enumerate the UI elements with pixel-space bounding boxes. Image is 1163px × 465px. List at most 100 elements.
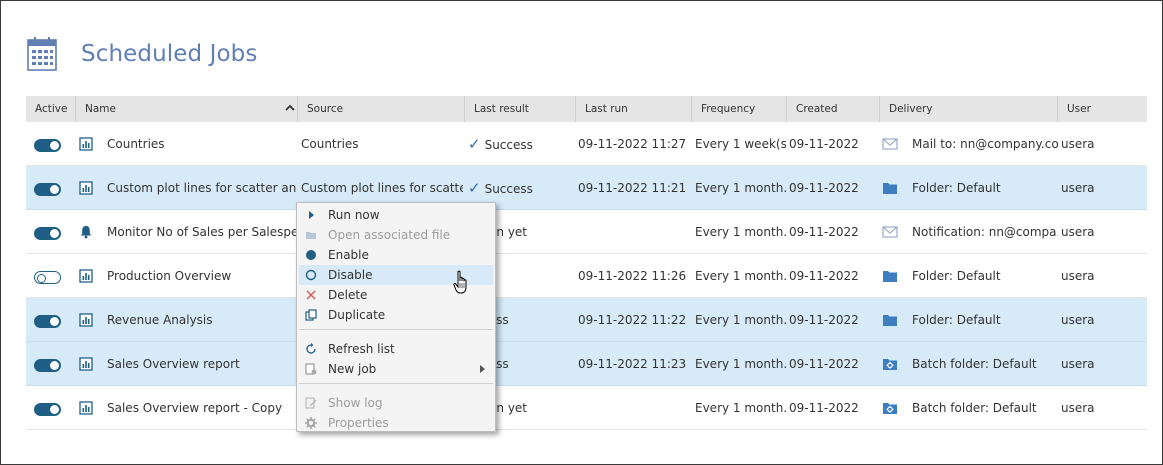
report-icon [79, 357, 93, 371]
menu-run-now[interactable]: Run now [299, 205, 493, 225]
menu-refresh[interactable]: Refresh list [299, 339, 493, 359]
job-name: Sales Overview report [107, 357, 240, 371]
mail-icon [882, 137, 898, 151]
job-created: 09-11-2022 [789, 269, 859, 283]
job-user: usera [1061, 357, 1095, 371]
job-frequency: Every 1 month... [695, 357, 786, 371]
empty-circle-icon [305, 269, 317, 281]
menu-delete-label: Delete [328, 288, 368, 302]
menu-open-file[interactable]: Open associated file [299, 225, 493, 245]
job-created: 09-11-2022 [789, 225, 859, 239]
job-user: usera [1061, 313, 1095, 327]
active-toggle[interactable] [34, 359, 61, 372]
job-last-run [578, 386, 690, 430]
col-source[interactable]: Source [298, 96, 465, 122]
col-delivery[interactable]: Delivery [880, 96, 1058, 122]
col-name-label: Name [85, 103, 116, 115]
job-name: Countries [107, 137, 165, 151]
menu-separator [299, 329, 493, 330]
filled-circle-icon [306, 250, 316, 260]
active-toggle[interactable] [34, 139, 61, 152]
job-source: Countries [301, 137, 359, 151]
job-created: 09-11-2022 [789, 357, 859, 371]
menu-properties[interactable]: Properties [299, 413, 493, 433]
table-row[interactable]: Production Overview iled 09-11-2022 11:2… [26, 254, 1147, 298]
menu-show-log[interactable]: Show log [299, 393, 493, 413]
menu-duplicate[interactable]: Duplicate [299, 305, 493, 325]
active-toggle[interactable] [34, 271, 61, 284]
job-last-run: 09-11-2022 11:26 [578, 269, 687, 283]
job-created: 09-11-2022 [789, 401, 859, 415]
table-row[interactable]: Sales Overview report uccess 09-11-2022 … [26, 342, 1147, 386]
report-icon [79, 313, 93, 327]
job-user: usera [1061, 181, 1095, 195]
job-frequency: Every 1 month... [695, 269, 786, 283]
folder-icon [882, 313, 898, 327]
job-frequency: Every 1 month... [695, 313, 786, 327]
job-created: 09-11-2022 [789, 137, 859, 151]
menu-disable-label: Disable [328, 268, 373, 282]
bell-icon [79, 225, 93, 239]
menu-enable-label: Enable [328, 248, 369, 262]
job-delivery: Batch folder: Default [912, 357, 1037, 371]
col-created[interactable]: Created [787, 96, 880, 122]
report-icon [79, 137, 93, 151]
table-row[interactable]: Revenue Analysis uccess 09-11-2022 11:22… [26, 298, 1147, 342]
new-job-icon [305, 363, 317, 375]
job-frequency: Every 1 month... [695, 401, 786, 415]
log-icon [305, 397, 317, 409]
sort-ascending-icon [285, 104, 295, 111]
active-toggle[interactable] [34, 403, 61, 416]
job-delivery: Folder: Default [912, 269, 1001, 283]
check-icon: ✓ [468, 135, 481, 153]
report-icon [79, 181, 93, 195]
job-name: Custom plot lines for scatter and ... [107, 181, 297, 195]
job-name: Production Overview [107, 269, 232, 283]
job-created: 09-11-2022 [789, 313, 859, 327]
duplicate-icon [305, 309, 317, 321]
jobs-table: Active Name Source Last result Last run … [26, 96, 1147, 430]
folder-icon [882, 269, 898, 283]
job-delivery: Folder: Default [912, 181, 1001, 195]
col-last-result[interactable]: Last result [465, 96, 576, 122]
job-created: 09-11-2022 [789, 181, 859, 195]
job-frequency: Every 1 month... [695, 225, 786, 239]
active-toggle[interactable] [34, 315, 61, 328]
job-last-run: 09-11-2022 11:22 [578, 313, 687, 327]
col-frequency[interactable]: Frequency [692, 96, 787, 122]
col-name[interactable]: Name [76, 96, 298, 122]
active-toggle[interactable] [34, 227, 61, 240]
menu-enable[interactable]: Enable [299, 245, 493, 265]
job-last-run: 09-11-2022 11:23 [578, 357, 687, 371]
job-delivery: Folder: Default [912, 313, 1001, 327]
job-delivery: Notification: nn@compa... [912, 225, 1058, 239]
menu-show-log-label: Show log [328, 396, 383, 410]
scheduled-jobs-window: Scheduled Jobs Active Name Source Last r… [0, 0, 1163, 465]
table-row[interactable]: Countries Countries ✓ Success 09-11-2022 … [26, 122, 1147, 166]
menu-run-now-label: Run now [328, 208, 380, 222]
job-last-run: 09-11-2022 11:21 [578, 181, 687, 195]
gear-icon [305, 417, 317, 429]
job-last-result: ✓ Success [468, 122, 574, 166]
check-icon: ✓ [468, 179, 481, 197]
col-active[interactable]: Active [26, 96, 76, 122]
job-last-run: 09-11-2022 11:27 [578, 137, 687, 151]
table-row[interactable]: Monitor No of Sales per Salesper... ot r… [26, 210, 1147, 254]
col-user[interactable]: User [1058, 96, 1147, 122]
open-folder-icon [306, 232, 316, 239]
menu-new-job-label: New job [328, 362, 377, 376]
col-last-run[interactable]: Last run [576, 96, 692, 122]
table-row[interactable]: Custom plot lines for scatter and ... Cu… [26, 166, 1147, 210]
play-icon [309, 211, 314, 219]
refresh-icon [306, 343, 316, 354]
menu-new-job[interactable]: New job [299, 359, 493, 379]
active-toggle[interactable] [34, 183, 61, 196]
job-result-text: Success [484, 138, 533, 152]
job-result-text: Success [484, 182, 533, 196]
job-name: Sales Overview report - Copy [107, 401, 283, 415]
page-title: Scheduled Jobs [81, 41, 258, 67]
menu-properties-label: Properties [328, 416, 389, 430]
menu-open-file-label: Open associated file [328, 228, 451, 242]
menu-refresh-label: Refresh list [328, 342, 395, 356]
table-row[interactable]: Sales Overview report - Copy ot run yet … [26, 386, 1147, 430]
